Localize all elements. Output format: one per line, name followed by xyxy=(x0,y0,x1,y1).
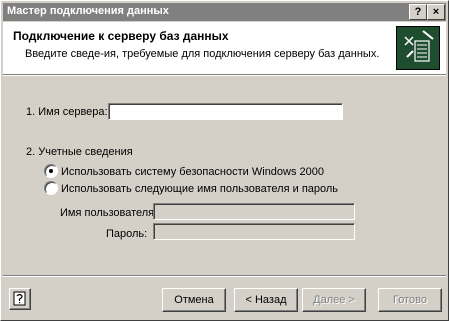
radio-user-auth[interactable] xyxy=(44,181,58,195)
finish-button[interactable]: Готово xyxy=(378,288,442,312)
option-user-auth-label[interactable]: Использовать следующие имя пользователя … xyxy=(61,183,338,195)
password-label: Пароль: xyxy=(106,228,148,240)
server-name-input[interactable] xyxy=(108,103,343,120)
wizard-window: Мастер подключения данных ? × Подключени… xyxy=(0,0,449,321)
page-title: Подключение к серверу баз данных xyxy=(13,29,229,43)
help-title-button[interactable]: ? xyxy=(409,4,427,20)
wizard-header: Подключение к серверу баз данных Введите… xyxy=(3,22,446,75)
back-button[interactable]: < Назад xyxy=(234,288,298,312)
password-field[interactable] xyxy=(153,223,355,240)
footer-divider xyxy=(3,275,446,277)
server-name-label: 1. Имя сервера: xyxy=(26,106,108,118)
header-divider xyxy=(3,75,446,76)
username-field[interactable] xyxy=(153,203,355,220)
help-button[interactable] xyxy=(9,288,31,310)
database-connection-icon xyxy=(396,26,440,70)
radio-selected-dot xyxy=(49,169,53,173)
radio-windows-auth[interactable] xyxy=(44,164,58,178)
title-bar[interactable]: Мастер подключения данных ? × xyxy=(3,3,446,21)
username-label: Имя пользователя: xyxy=(60,207,158,219)
option-windows-auth-label[interactable]: Использовать систему безопасности Window… xyxy=(61,166,324,178)
window-title: Мастер подключения данных xyxy=(7,5,169,17)
close-button[interactable]: × xyxy=(427,4,445,20)
page-subtitle: Введите сведе-ия, требуемые для подключе… xyxy=(25,48,380,60)
next-button[interactable]: Далее > xyxy=(302,288,366,312)
credentials-heading: 2. Учетные сведения xyxy=(26,146,133,158)
help-icon xyxy=(13,291,26,306)
cancel-button[interactable]: Отмена xyxy=(162,288,226,312)
